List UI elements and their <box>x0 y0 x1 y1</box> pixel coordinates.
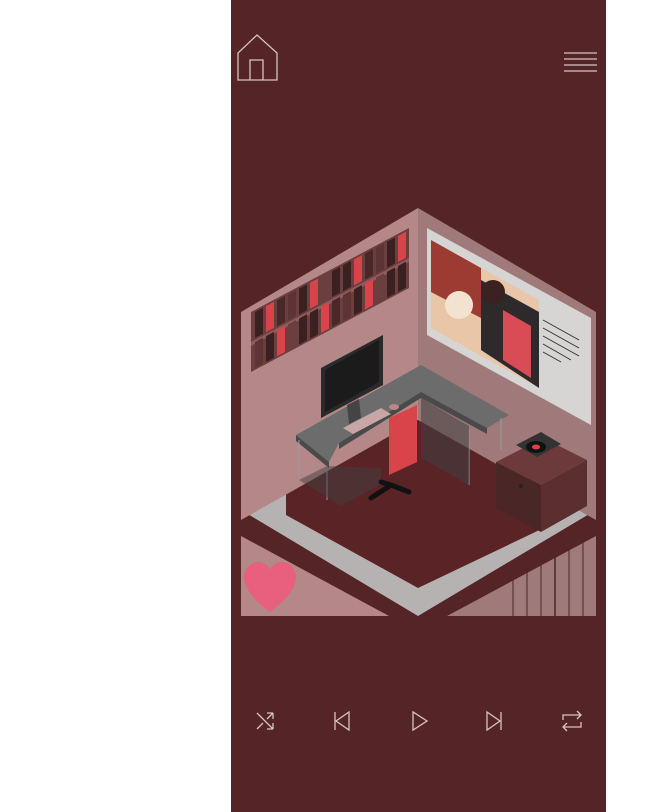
book <box>321 272 329 303</box>
menu-button[interactable] <box>561 50 601 80</box>
book <box>255 337 263 368</box>
book <box>288 290 296 321</box>
book <box>376 243 384 274</box>
book <box>299 284 307 315</box>
book <box>354 255 362 286</box>
player-app <box>231 0 606 812</box>
shuffle-button[interactable] <box>244 700 286 742</box>
book <box>310 308 318 339</box>
book <box>332 296 340 328</box>
play-button[interactable] <box>398 700 440 742</box>
book <box>387 237 395 268</box>
repeat-icon <box>562 710 582 732</box>
home-icon <box>237 34 278 81</box>
skip-previous-icon <box>334 710 350 732</box>
book <box>266 301 274 333</box>
skip-next-icon <box>486 710 502 732</box>
book <box>343 260 351 292</box>
shuffle-icon <box>256 712 274 730</box>
book <box>277 296 285 327</box>
player-controls <box>231 700 606 742</box>
book <box>266 331 274 363</box>
book <box>321 302 329 333</box>
room-illustration <box>231 200 606 620</box>
book <box>354 285 362 316</box>
book <box>310 278 318 309</box>
play-icon <box>412 710 429 732</box>
book <box>343 290 351 322</box>
home-button[interactable] <box>235 33 285 83</box>
next-button[interactable] <box>473 700 515 742</box>
book <box>299 314 307 345</box>
book <box>255 307 263 338</box>
book <box>398 231 406 262</box>
book <box>376 273 384 304</box>
book <box>288 320 296 351</box>
book <box>277 326 285 357</box>
previous-button[interactable] <box>321 700 363 742</box>
repeat-button[interactable] <box>551 700 593 742</box>
book <box>365 249 373 280</box>
hamburger-menu-icon <box>564 52 597 72</box>
book <box>398 261 406 292</box>
page <box>0 0 668 812</box>
book <box>365 279 373 310</box>
book <box>332 266 340 298</box>
book <box>387 267 395 298</box>
